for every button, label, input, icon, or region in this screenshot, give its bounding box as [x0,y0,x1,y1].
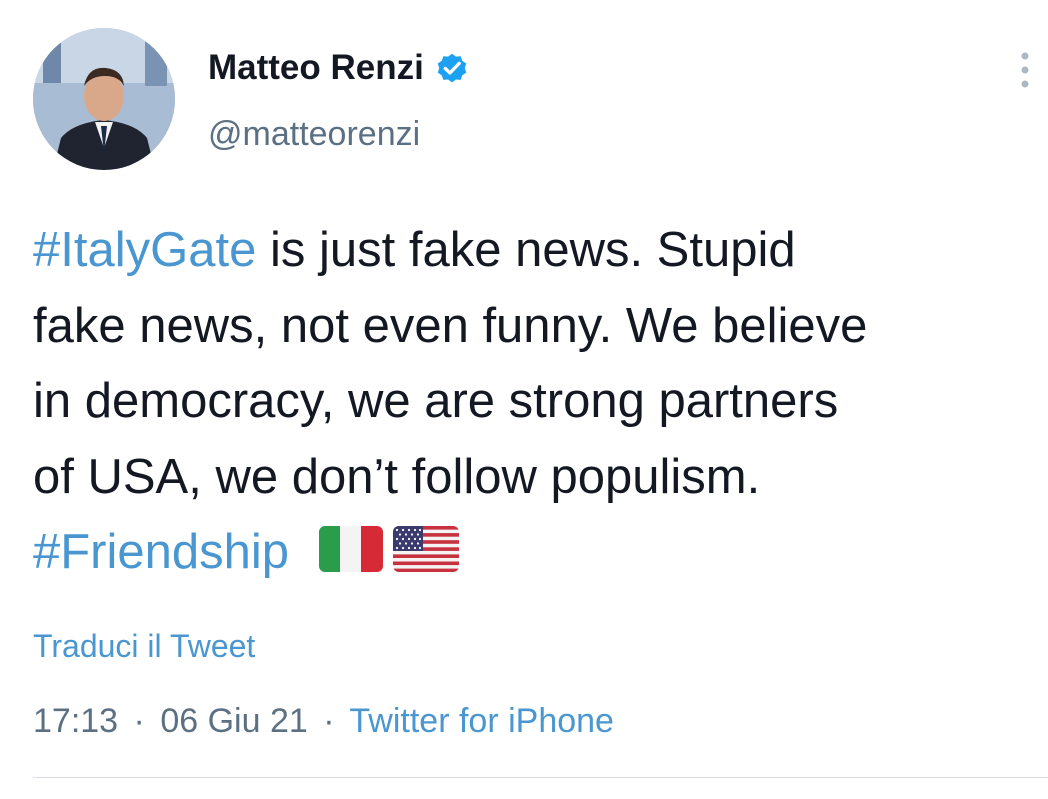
author-handle[interactable]: @matteorenzi [208,112,420,156]
tweet-text: #ItalyGate is just fake news. Stupid fak… [33,213,1043,591]
tweet-time: 17:13 [33,702,119,740]
usa-flag-icon [393,526,460,572]
hashtag-friendship[interactable]: #Friendship [33,525,289,579]
tweet-source-link[interactable]: Twitter for iPhone [349,702,614,740]
flag-emojis [319,526,469,572]
tweet-line: fake news, not even funny. We believe [33,298,868,353]
tweet-date: 06 Giu 21 [160,702,308,740]
author-name-text: Matteo Renzi [208,48,424,87]
author-avatar[interactable] [33,28,175,170]
tweet-line: in democracy, we are strong partners [33,374,839,428]
translate-tweet-link[interactable]: Traduci il Tweet [33,626,255,666]
tweet-line-text: is just fake news. Stupid [256,223,796,277]
avatar-photo [33,28,175,170]
italy-flag-icon [319,526,384,572]
meta-separator: · [323,702,335,740]
divider [33,777,1048,778]
tweet-meta: 17:13 · 06 Giu 21 · Twitter for iPhone [33,700,614,742]
more-options-icon[interactable] [1010,48,1040,92]
tweet-line: #Friendship [33,515,1043,591]
meta-separator: · [133,702,145,740]
tweet-line: #ItalyGate is just fake news. Stupid [33,213,1043,289]
tweet-line: of USA, we don’t follow populism. [33,449,761,504]
verified-badge-icon [437,53,467,83]
hashtag-italygate[interactable]: #ItalyGate [33,223,256,277]
tweet-card: Matteo Renzi @matteorenzi #ItalyGate is … [0,0,1048,799]
author-name[interactable]: Matteo Renzi [208,46,470,90]
